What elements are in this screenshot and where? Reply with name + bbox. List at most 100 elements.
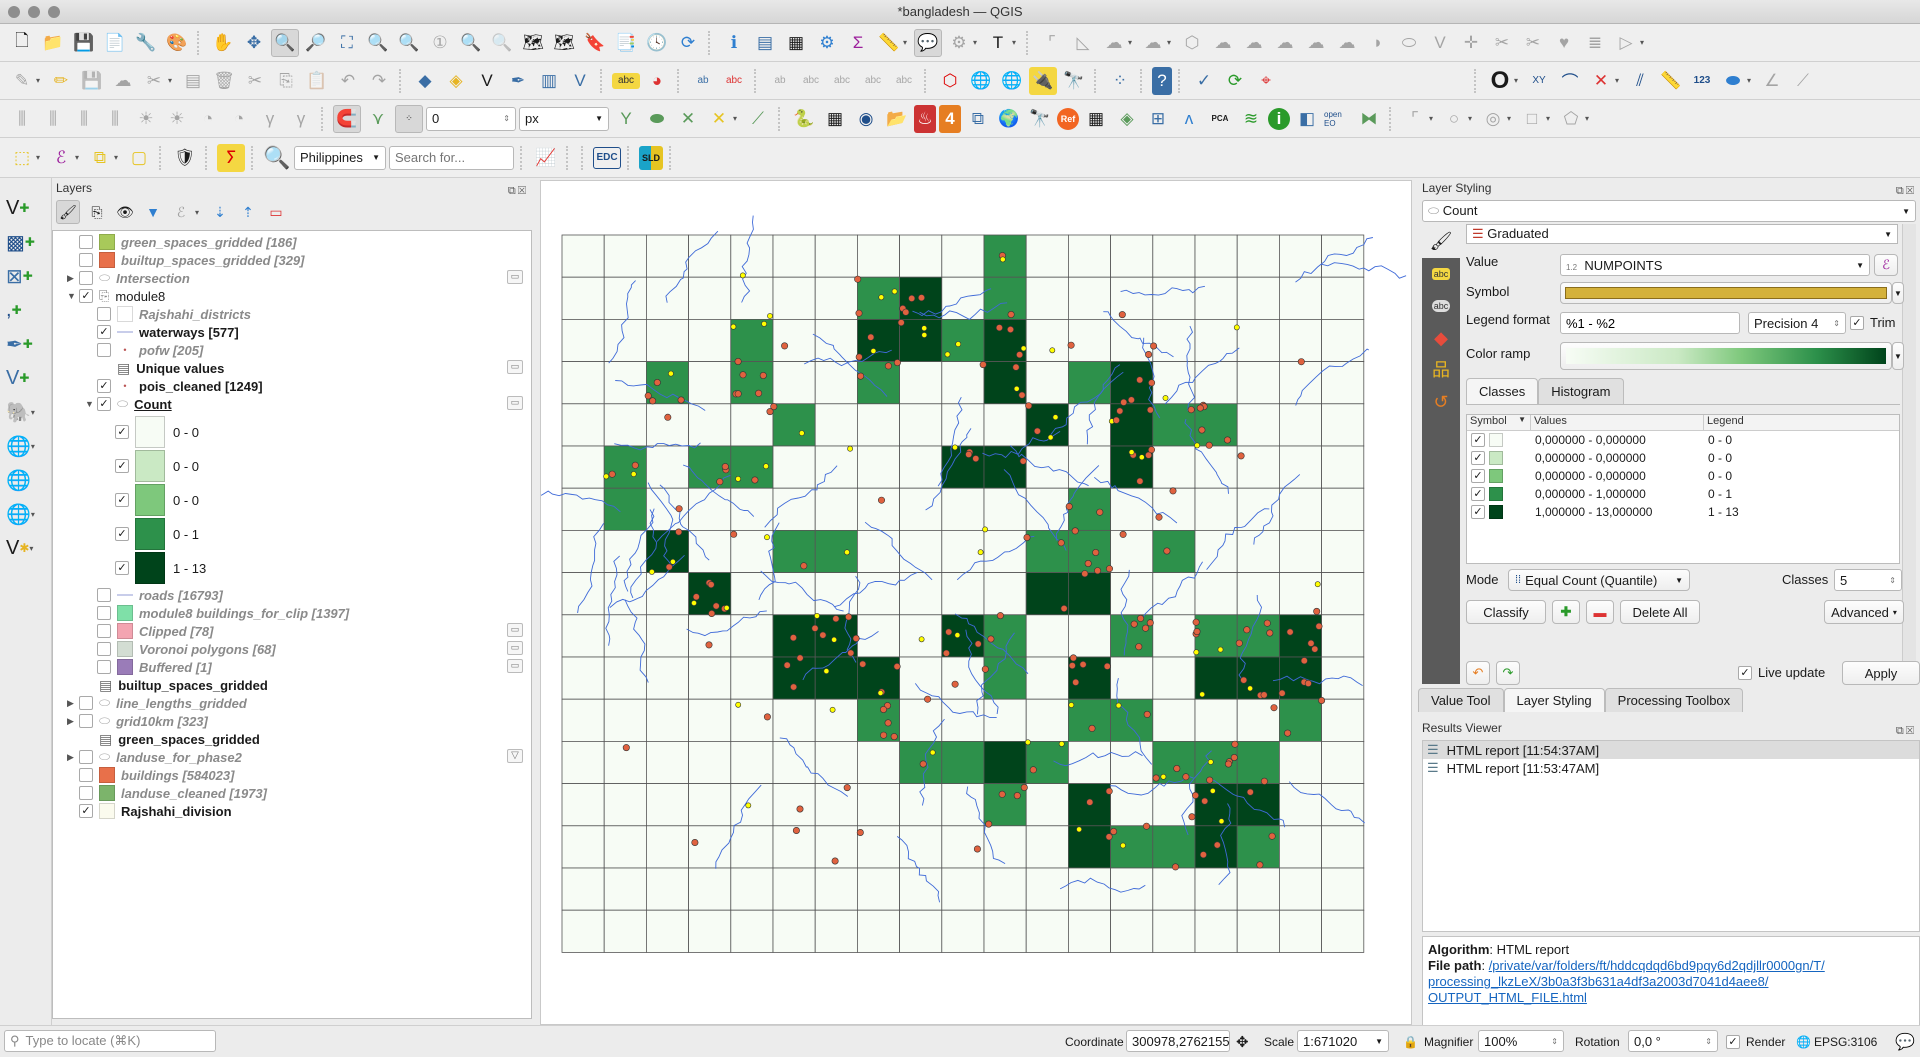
maximize-window-button[interactable] [48, 6, 60, 18]
grid-cell-empty[interactable] [688, 909, 732, 953]
grid-cell-empty[interactable] [1194, 318, 1238, 362]
layer-tree-item[interactable]: ▼ ✓ ⬭ Count [85, 395, 172, 413]
reshape-icon[interactable]: ☁ [1271, 29, 1299, 57]
grid-cell-empty[interactable] [1152, 572, 1196, 616]
grid-cell-empty[interactable] [1236, 276, 1280, 320]
intersection-snapping-icon[interactable]: ✕ [674, 105, 702, 133]
rotation-spinbox[interactable]: 0,0 ° ⇕ [1628, 1030, 1718, 1052]
grid-cell-empty[interactable] [603, 234, 647, 278]
geocoder-search-input[interactable] [389, 145, 514, 170]
live-update-checkbox[interactable]: ✓ Live update [1738, 665, 1825, 680]
split-parts-icon[interactable]: ◗ [1364, 29, 1392, 57]
grid-cell-empty[interactable] [1236, 487, 1280, 531]
attribute-table-icon[interactable]: ▤ [751, 29, 779, 57]
align-features-2-icon[interactable]: ⫼ [39, 105, 67, 133]
cad-azimuth-icon[interactable]: ∠ [1758, 67, 1786, 95]
python-console-icon[interactable]: 🐍 [790, 105, 818, 133]
grid-cell-empty[interactable] [772, 276, 816, 320]
tab-classes[interactable]: Classes [1466, 378, 1539, 404]
tab-processing-toolbox[interactable]: Processing Toolbox [1604, 688, 1744, 712]
column-legend[interactable]: Legend [1704, 415, 1744, 430]
crs-button[interactable]: 🌐 EPSG:3106 [1796, 1035, 1877, 1049]
grid-cell-empty[interactable] [688, 698, 732, 742]
grid-cell-empty[interactable] [730, 276, 774, 320]
grid-cell-empty[interactable] [1110, 276, 1154, 320]
label-properties-icon[interactable]: abc [890, 67, 918, 95]
scale-select[interactable]: 1:671020 ▼ [1297, 1030, 1389, 1052]
crosshair-icon[interactable]: ⌖ [1252, 67, 1280, 95]
classes-table[interactable]: Symbol ▼ Values Legend ✓ 0,000000 - 0,0000… [1466, 414, 1900, 564]
grid-cell-empty[interactable] [603, 276, 647, 320]
grid-cell-empty[interactable] [561, 741, 605, 785]
network-icon[interactable]: ʌ [1175, 105, 1203, 133]
grid-cell-empty[interactable] [603, 403, 647, 447]
class-values[interactable]: 0,000000 - 0,000000 [1531, 469, 1704, 483]
grid-cell-empty[interactable] [1194, 529, 1238, 573]
heatmap-icon[interactable]: ♨ [914, 104, 936, 133]
trim-check-icon[interactable]: ✓ [1850, 315, 1864, 330]
change-label-icon[interactable]: abc [859, 67, 887, 95]
chevron-right-icon[interactable]: ▶ [67, 752, 79, 763]
grid-cell-empty[interactable] [1321, 783, 1365, 827]
grid-cell-empty[interactable] [1110, 741, 1154, 785]
toggle-editing-icon[interactable]: ✏ [47, 67, 75, 95]
processing-toolbox-icon[interactable]: ⚙ [813, 29, 841, 57]
cad-parallel-icon[interactable]: ⫽ [1626, 67, 1654, 95]
grid-cell-empty[interactable] [1321, 909, 1365, 953]
hotspot-icon[interactable]: ≋ [1237, 105, 1265, 133]
rotate-point-icon[interactable]: ✛ [1457, 29, 1485, 57]
symbol-button[interactable] [1560, 282, 1892, 304]
snapping-magnet-icon[interactable]: 🧲 [333, 104, 361, 133]
chevron-right-icon[interactable]: ▶ [67, 716, 79, 727]
expression-button[interactable]: ℰ [1874, 254, 1898, 276]
grid-cell-empty[interactable] [772, 318, 816, 362]
class-legend[interactable]: 0 - 0 [1704, 433, 1732, 447]
chevron-right-icon[interactable]: ▶ [67, 698, 79, 709]
shadow-up-icon[interactable]: ☀ [132, 105, 160, 133]
add-class-button[interactable]: ✚ [1552, 600, 1580, 624]
grid-cell-empty[interactable] [814, 698, 858, 742]
topological-edit-icon[interactable]: ⬬ [643, 105, 671, 133]
grid-cell-empty[interactable] [1279, 361, 1323, 405]
grid-cell-mid[interactable] [603, 445, 647, 489]
cad-shape-icon[interactable]: ⬬ [1719, 67, 1747, 95]
layer-tree-item[interactable]: ▤ green_spaces_gridded [67, 730, 260, 748]
grid-cell-empty[interactable] [561, 234, 605, 278]
grid-cell-empty[interactable] [941, 656, 985, 700]
grid-cell-dark[interactable] [1236, 783, 1280, 827]
grid-cell-empty[interactable] [856, 614, 900, 658]
swipe-icon[interactable]: ◧ [1293, 105, 1321, 133]
zoom-full-icon[interactable]: ⛶ [333, 29, 361, 57]
grid-cell-empty[interactable] [603, 361, 647, 405]
delete-all-button[interactable]: Delete All [1620, 600, 1700, 624]
grid-cell-empty[interactable] [1194, 487, 1238, 531]
add-ring-icon[interactable]: ☁ [1100, 29, 1128, 57]
layer-tree-item[interactable]: ▤ builtup_spaces_gridded [67, 676, 268, 694]
metasearch-icon[interactable]: 🔭 [1060, 67, 1088, 95]
layer-tree-item[interactable]: ▶ ⬭ line_lengths_gridded [67, 694, 247, 712]
embedded-widget-icon[interactable]: ▭ [507, 623, 523, 637]
style-manager-icon[interactable]: 🎨 [163, 29, 191, 57]
toggle-extents-icon[interactable]: ✥ [1236, 1033, 1249, 1051]
add-wfs-layer-icon[interactable]: 🌐 ▾ [6, 498, 46, 530]
grid-cell-empty[interactable] [646, 656, 690, 700]
chevron-down-icon[interactable]: ▼ [85, 399, 97, 409]
grid-cell-empty[interactable] [899, 867, 943, 911]
minimize-window-button[interactable] [28, 6, 40, 18]
grid-cell-empty[interactable] [603, 529, 647, 573]
grid-cell-empty[interactable] [730, 234, 774, 278]
grid-cell-empty[interactable] [856, 909, 900, 953]
grid-cell-empty[interactable] [1110, 783, 1154, 827]
refresh-table-icon[interactable]: ⟳ [1221, 67, 1249, 95]
zoom-last-icon[interactable]: 🔍 [457, 29, 485, 57]
result-item[interactable]: ☰ HTML report [11:54:37AM] [1423, 741, 1919, 759]
live-update-check-icon[interactable]: ✓ [1738, 665, 1752, 680]
statistical-summary-icon[interactable]: ▦ [782, 29, 810, 57]
grid-cell-empty[interactable] [603, 698, 647, 742]
align-features-3-icon[interactable]: ⫼ [70, 105, 98, 133]
grid-cell-empty[interactable] [1236, 234, 1280, 278]
grid-cell-empty[interactable] [1068, 614, 1112, 658]
layer-tree-item[interactable]: buildings [584023] [67, 766, 234, 784]
render-check-icon[interactable]: ✓ [1726, 1035, 1740, 1049]
class-checkbox[interactable]: ✓ [1471, 433, 1485, 447]
